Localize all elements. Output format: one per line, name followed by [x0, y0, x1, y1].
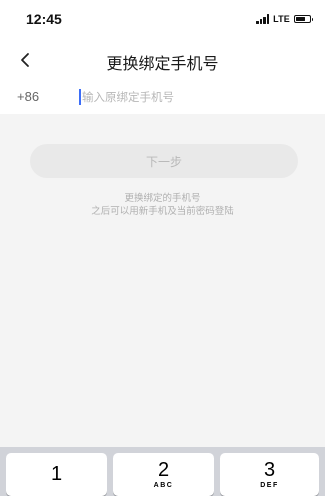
phone-input-row: +86 — [0, 82, 325, 114]
key-letters: ABC — [153, 482, 174, 489]
hint-line-1: 更换绑定的手机号 — [124, 193, 201, 204]
hint-text: 更换绑定的手机号 之后可以用新手机及当前密码登陆 — [0, 192, 325, 218]
status-time: 12:45 — [26, 11, 62, 27]
key-digit: 1 — [50, 463, 63, 485]
key-1[interactable]: 1 — [6, 453, 107, 496]
phone-number-input[interactable] — [82, 86, 302, 108]
network-type-label: LTE — [273, 14, 290, 24]
text-cursor — [79, 89, 81, 105]
next-step-button[interactable]: 下一步 — [30, 144, 298, 178]
battery-level-fill — [296, 17, 306, 21]
key-digit: 2 — [157, 459, 170, 481]
battery-icon — [294, 15, 313, 23]
country-code-selector[interactable]: +86 — [17, 89, 39, 104]
key-3[interactable]: 3 DEF — [220, 453, 319, 496]
hint-line-2: 之后可以用新手机及当前密码登陆 — [91, 206, 234, 217]
signal-strength-icon — [256, 14, 270, 24]
key-2[interactable]: 2 ABC — [113, 453, 214, 496]
key-letters: DEF — [260, 482, 279, 489]
status-indicators: LTE — [256, 13, 313, 25]
status-bar: 12:45 LTE — [0, 0, 325, 38]
navigation-bar: 更换绑定手机号 — [0, 38, 325, 82]
page-title: 更换绑定手机号 — [106, 54, 219, 73]
key-digit: 3 — [263, 459, 276, 481]
numeric-keypad: 1 2 ABC 3 DEF — [0, 447, 325, 496]
